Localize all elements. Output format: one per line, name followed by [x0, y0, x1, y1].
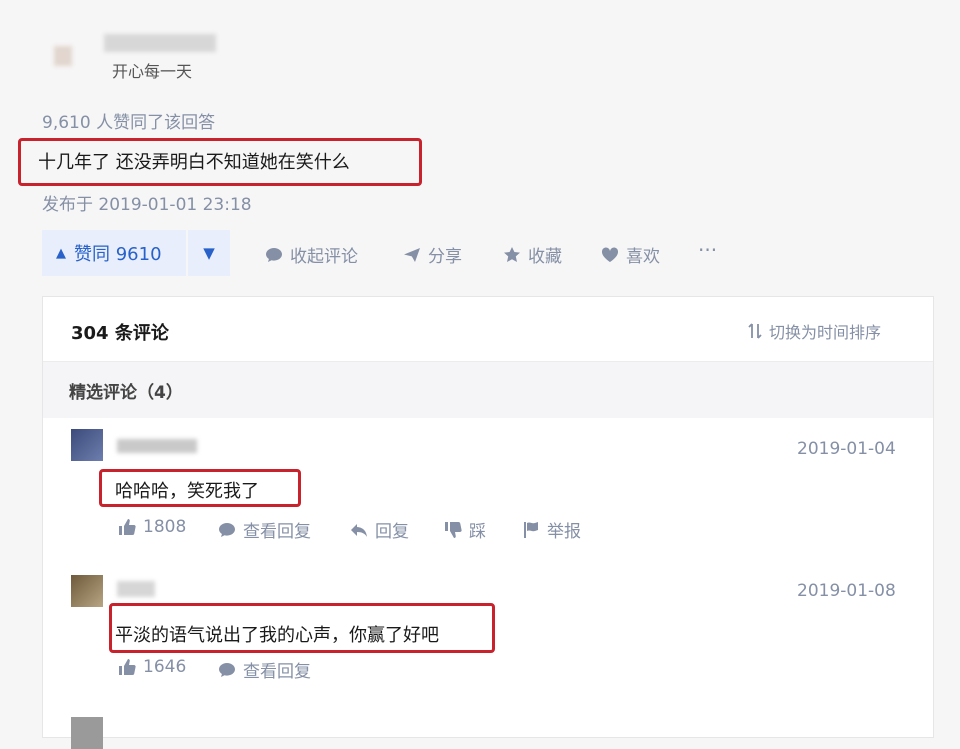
collapse-comments-label: 收起评论	[290, 247, 358, 267]
dislike-button[interactable]: 踩	[443, 517, 486, 542]
report-label: 举报	[547, 522, 581, 542]
thumbs-up-icon	[119, 519, 136, 536]
reply-button[interactable]: 回复	[349, 517, 409, 542]
commenter-name-blurred[interactable]	[117, 581, 155, 597]
author-signature: 开心每一天	[112, 62, 193, 81]
collapse-comments-button[interactable]: 收起评论	[264, 242, 358, 267]
thumbs-up-icon	[119, 659, 136, 676]
comment-like-count: 1808	[143, 517, 187, 537]
favorite-button[interactable]: 收藏	[502, 242, 562, 267]
featured-comments-bar: 精选评论（4）	[43, 362, 933, 418]
commenter-name-blurred[interactable]	[117, 439, 197, 453]
like-button[interactable]: 喜欢	[600, 242, 660, 267]
comment-count-title: 304 条评论	[71, 323, 169, 344]
comment-highlight-box	[109, 603, 495, 653]
featured-comments-title: 精选评论（4）	[69, 383, 183, 403]
comments-header: 304 条评论 切换为时间排序	[43, 297, 933, 362]
comment-item: 2019-01-08 平淡的语气说出了我的心声，你赢了好吧 1646 查看回复	[43, 561, 933, 701]
more-button[interactable]: ···	[698, 238, 717, 262]
view-replies-label: 查看回复	[243, 522, 311, 542]
author-avatar[interactable]	[54, 46, 72, 66]
like-label: 喜欢	[626, 247, 660, 267]
sort-toggle-button[interactable]: 切换为时间排序	[747, 319, 881, 343]
upvote-label: 赞同 9610	[74, 244, 162, 265]
share-label: 分享	[428, 247, 462, 267]
triangle-up-icon: ▲	[56, 245, 66, 261]
commenter-avatar[interactable]	[71, 429, 103, 461]
more-dots-icon: ···	[698, 238, 718, 262]
paper-plane-icon	[404, 247, 420, 262]
star-icon	[504, 246, 520, 262]
comment-icon	[219, 662, 235, 677]
upvote-button[interactable]: ▲ 赞同 9610	[42, 230, 186, 276]
comment-date: 2019-01-08	[797, 581, 896, 601]
comment-icon	[266, 247, 282, 262]
reply-label: 回复	[375, 522, 409, 542]
comment-like-button[interactable]: 1808	[117, 517, 186, 537]
sort-arrows-icon	[748, 323, 762, 339]
comment-like-count: 1646	[143, 657, 187, 677]
author-name-blurred[interactable]	[104, 34, 216, 52]
heart-icon	[601, 246, 619, 262]
dislike-label: 踩	[469, 522, 486, 542]
reply-arrow-icon	[351, 523, 367, 537]
comment-item: 2019-01-04 哈哈哈，笑死我了 1808 查看回复 回复 踩 举报	[43, 419, 933, 559]
downvote-button[interactable]: ▼	[188, 230, 230, 276]
view-replies-label: 查看回复	[243, 662, 311, 682]
comments-panel: 304 条评论 切换为时间排序 精选评论（4） 2019-01-04 哈哈哈，笑…	[42, 296, 934, 749]
publish-time[interactable]: 发布于 2019-01-01 23:18	[42, 190, 252, 215]
comment-highlight-box	[99, 469, 301, 507]
flag-icon	[524, 521, 538, 538]
view-replies-button[interactable]: 查看回复	[217, 657, 311, 682]
sort-toggle-label: 切换为时间排序	[769, 323, 882, 342]
comment-like-button[interactable]: 1646	[117, 657, 186, 677]
comment-date: 2019-01-04	[797, 439, 896, 459]
commenter-avatar[interactable]	[71, 575, 103, 607]
share-button[interactable]: 分享	[402, 242, 462, 267]
thumbs-down-icon	[445, 521, 462, 538]
view-replies-button[interactable]: 查看回复	[217, 517, 311, 542]
answer-highlight-box	[18, 138, 422, 186]
comment-icon	[219, 522, 235, 537]
commenter-avatar[interactable]	[71, 717, 103, 749]
triangle-down-icon: ▼	[203, 244, 215, 262]
favorite-label: 收藏	[528, 247, 562, 267]
vote-count-text: 9,610 人赞同了该回答	[42, 113, 216, 133]
report-button[interactable]: 举报	[521, 517, 581, 542]
